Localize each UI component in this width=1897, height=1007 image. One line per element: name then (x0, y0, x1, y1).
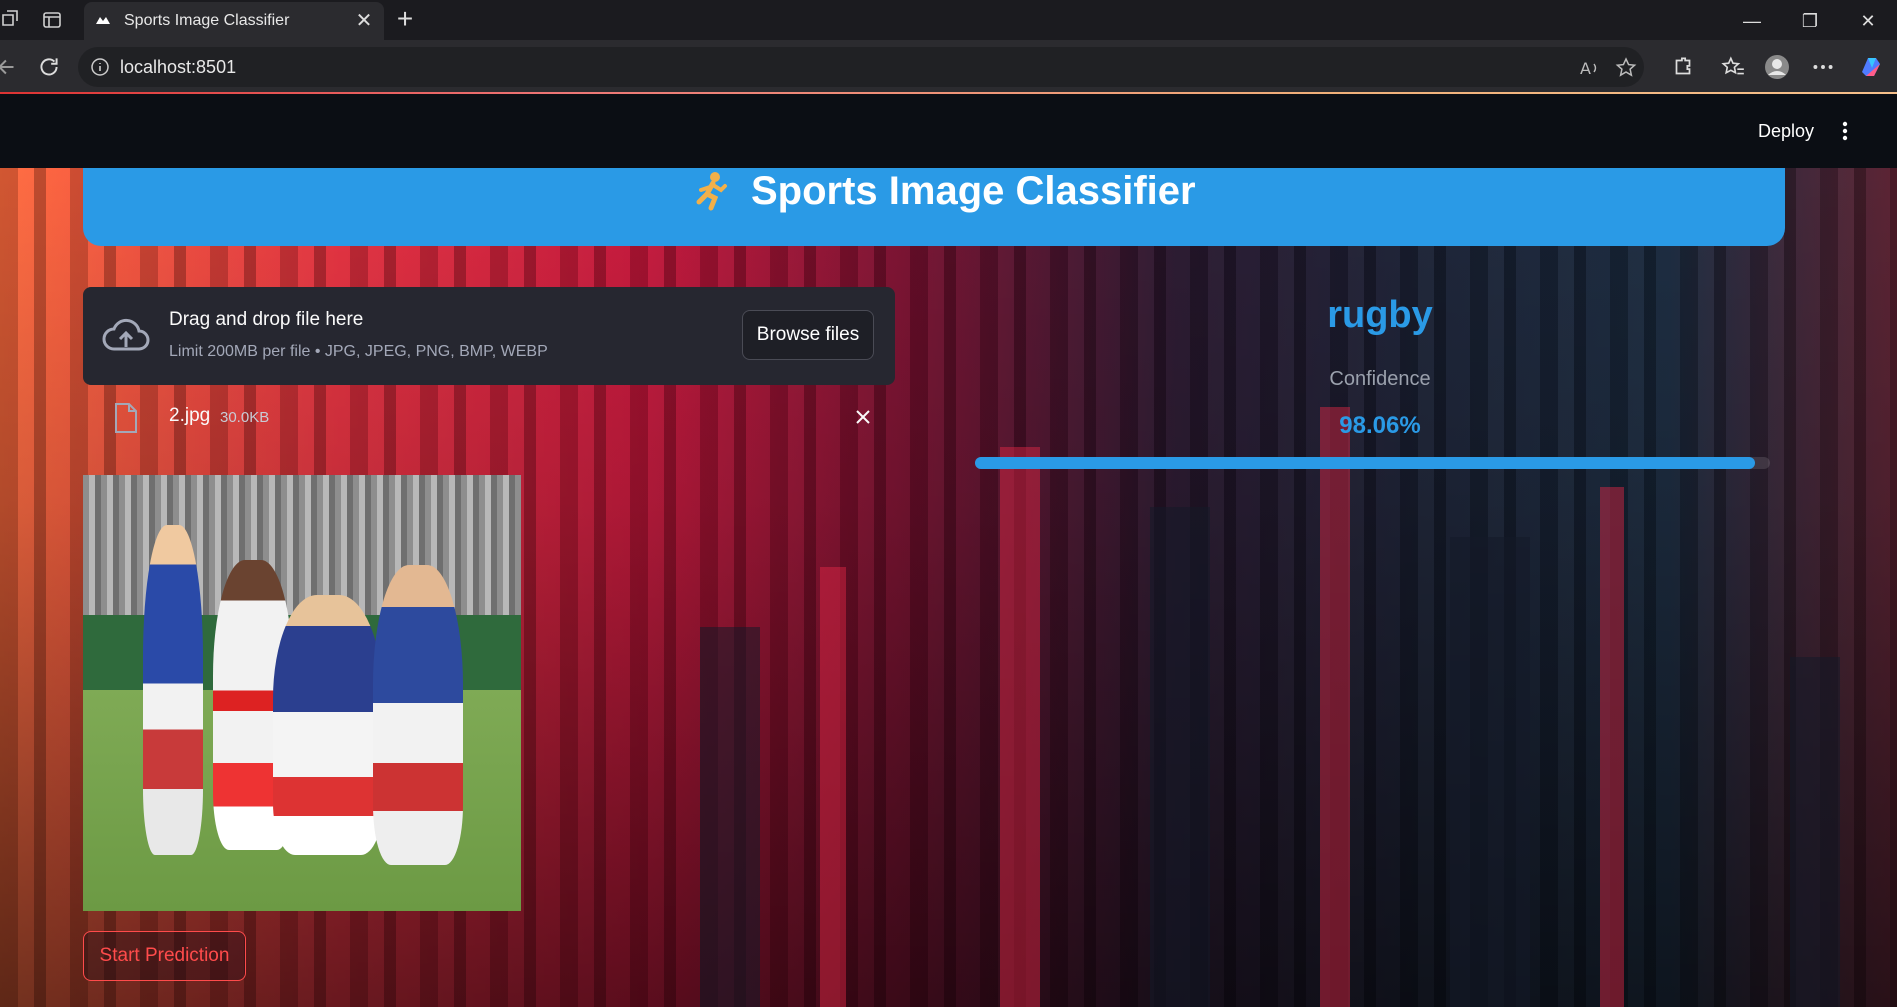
deploy-button[interactable]: Deploy (1746, 116, 1826, 146)
background-bar (1150, 507, 1210, 1007)
more-options-icon[interactable] (1810, 54, 1836, 80)
close-window-icon[interactable]: ✕ (1840, 4, 1896, 38)
background-bar (1450, 537, 1530, 1007)
background-bar (1790, 657, 1840, 1007)
cloud-upload-icon (102, 318, 150, 351)
streamlit-favicon-icon (96, 17, 110, 24)
site-info-icon[interactable] (90, 57, 110, 77)
read-aloud-icon[interactable]: A (1578, 56, 1602, 80)
svg-text:A: A (1580, 59, 1591, 78)
background-bar (1320, 407, 1350, 1007)
favorites-icon[interactable] (1720, 54, 1746, 80)
tab-title: Sports Image Classifier (124, 12, 290, 29)
new-tab-icon[interactable]: + (392, 5, 418, 33)
background-bar (700, 627, 760, 1007)
image-player (273, 595, 383, 855)
browse-files-button[interactable]: Browse files (742, 310, 874, 360)
refresh-icon[interactable] (36, 54, 62, 80)
file-limit-text: Limit 200MB per file • JPG, JPEG, PNG, B… (169, 343, 548, 360)
background-bar (820, 567, 846, 1007)
file-uploader-dropzone[interactable]: Drag and drop file here Limit 200MB per … (83, 287, 895, 385)
runner-icon (696, 172, 727, 211)
tab-bar: Sports Image Classifier ✕ + — ❐ ✕ (0, 0, 1897, 40)
image-player (373, 565, 463, 865)
profile-avatar-icon[interactable] (1764, 54, 1790, 80)
tab-active[interactable]: Sports Image Classifier ✕ (84, 2, 384, 40)
app-header: Deploy (0, 94, 1897, 168)
extensions-icon[interactable] (1670, 54, 1696, 80)
app-main: Sports Image Classifier Drag and drop fi… (0, 168, 1897, 1007)
file-size: 30.0KB (220, 409, 270, 426)
tab-close-icon[interactable]: ✕ (352, 9, 376, 33)
prediction-label: rugby (1327, 294, 1433, 336)
browser-window: Sports Image Classifier ✕ + — ❐ ✕ localh… (0, 0, 1897, 95)
workspaces-icon[interactable] (0, 8, 24, 32)
background-bar (1600, 487, 1624, 1007)
copilot-icon[interactable] (1858, 54, 1884, 80)
main-menu-icon[interactable] (1832, 116, 1858, 146)
file-icon (115, 403, 137, 433)
back-icon[interactable] (0, 54, 20, 80)
image-player (143, 525, 203, 855)
favorite-star-icon[interactable] (1614, 56, 1638, 80)
dropzone-instructions: Drag and drop file here (169, 309, 364, 330)
confidence-title: Confidence (1329, 368, 1431, 390)
address-bar[interactable]: localhost:8501 A (78, 47, 1644, 87)
restore-icon[interactable]: ❐ (1782, 4, 1838, 38)
browser-toolbar: localhost:8501 A (0, 40, 1897, 94)
confidence-progress-fill (975, 457, 1755, 469)
uploaded-image-preview: loy (83, 475, 521, 911)
title-banner: Sports Image Classifier (83, 168, 1785, 246)
background-bar (1000, 447, 1040, 1007)
page-title: Sports Image Classifier (751, 169, 1196, 213)
url-text: localhost:8501 (120, 57, 237, 77)
minimize-icon[interactable]: — (1724, 4, 1780, 38)
confidence-progress-bar (975, 457, 1770, 469)
start-prediction-button[interactable]: Start Prediction (83, 931, 246, 981)
confidence-value: 98.06% (1339, 412, 1421, 439)
remove-file-icon[interactable] (851, 405, 875, 429)
tab-actions-icon[interactable] (40, 8, 64, 32)
uploaded-file-item: 2.jpg 30.0KB (83, 393, 895, 441)
file-name: 2.jpg (169, 405, 211, 426)
